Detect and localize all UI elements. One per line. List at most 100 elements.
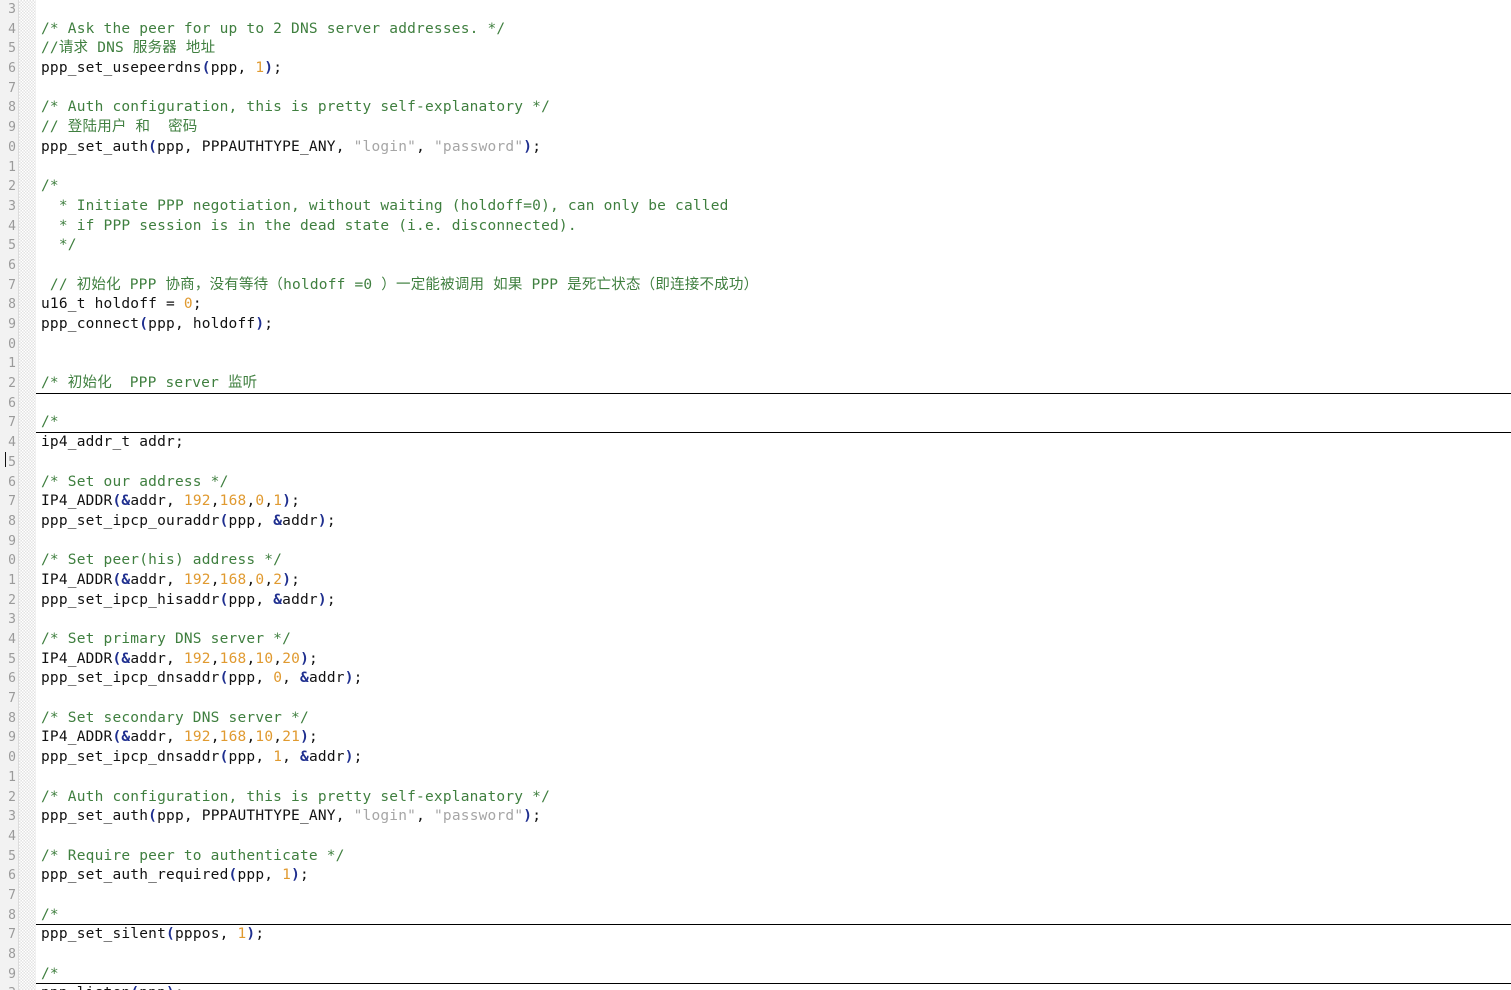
line-number: 8 — [8, 947, 16, 962]
code-token: addr, — [130, 571, 184, 588]
code-line[interactable] — [36, 768, 1511, 788]
line-number: 0 — [8, 139, 16, 155]
code-folding-margin[interactable] — [19, 0, 36, 990]
code-line[interactable]: // 登陆用户 和 密码 — [36, 118, 1511, 138]
code-token: ; — [326, 512, 336, 529]
code-line[interactable] — [36, 610, 1511, 630]
code-line[interactable]: /* Set our address */ — [36, 473, 1511, 493]
code-line[interactable] — [36, 394, 1511, 414]
code-line[interactable]: // 初始化 PPP 协商，没有等待（holdoff =0 ）一定能被调用 如果… — [36, 276, 1511, 296]
code-line[interactable]: ip4_addr_t addr; — [36, 433, 1511, 453]
code-line[interactable]: /* — [36, 177, 1511, 197]
code-token: ; — [264, 316, 274, 332]
code-token: ; — [291, 493, 301, 510]
code-token: /* — [41, 906, 59, 923]
code-line[interactable] — [36, 158, 1511, 178]
code-token: ppp — [139, 985, 166, 990]
code-text-area[interactable]: /* Ask the peer for up to 2 DNS server a… — [36, 0, 1511, 990]
code-token: ) — [523, 808, 533, 825]
code-token: /* — [41, 178, 59, 195]
line-number: 9 — [8, 317, 16, 332]
code-line[interactable] — [36, 335, 1511, 355]
code-token: * Initiate PPP negotiation, without wait… — [41, 197, 729, 214]
line-number: 1 — [8, 769, 16, 785]
code-line[interactable]: //请求 DNS 服务器 地址 — [36, 39, 1511, 59]
code-line[interactable]: IP4_ADDR(&addr, 192,168,10,20); — [36, 650, 1511, 670]
code-token: (& — [112, 729, 131, 746]
code-line[interactable]: /* Set primary DNS server */ — [36, 630, 1511, 650]
code-editor[interactable]: 3456789012345678901267456789012345678901… — [0, 0, 1511, 990]
code-line[interactable]: /* Ask the peer for up to 2 DNS server a… — [36, 20, 1511, 40]
code-line[interactable]: IP4_ADDR(&addr, 192,168,0,2); — [36, 571, 1511, 591]
code-line[interactable]: /* Require peer to authenticate */ — [36, 847, 1511, 867]
code-line[interactable]: ppp_set_ipcp_dnsaddr(ppp, 1, &addr); — [36, 748, 1511, 768]
code-line[interactable]: u16_t holdoff = 0; — [36, 295, 1511, 315]
code-line[interactable]: /* — [36, 413, 1511, 434]
line-number: 8 — [8, 297, 16, 313]
code-line[interactable]: ppp_set_ipcp_dnsaddr(ppp, 0, &addr); — [36, 669, 1511, 689]
text-caret — [5, 452, 6, 467]
code-line[interactable]: /* Set peer(his) address */ — [36, 551, 1511, 571]
code-token: ppp, — [228, 670, 274, 687]
code-token: & — [273, 591, 283, 608]
line-number: 7 — [8, 927, 16, 943]
code-line[interactable]: ppp_set_ipcp_hisaddr(ppp, &addr); — [36, 591, 1511, 611]
code-line[interactable] — [36, 827, 1511, 847]
code-token: (& — [112, 650, 131, 667]
code-line[interactable]: ppp_set_auth_required(ppp, 1); — [36, 866, 1511, 886]
code-line[interactable] — [36, 945, 1511, 965]
code-line[interactable] — [36, 354, 1511, 374]
code-line[interactable]: ppp_connect(ppp, holdoff); — [36, 315, 1511, 335]
line-number: 4 — [8, 218, 16, 234]
code-token: 0 — [255, 493, 265, 510]
code-line[interactable] — [36, 886, 1511, 906]
code-line[interactable] — [36, 0, 1511, 20]
code-line[interactable]: * Initiate PPP negotiation, without wait… — [36, 197, 1511, 217]
code-token: ) — [282, 571, 292, 588]
code-line[interactable]: IP4_ADDR(&addr, 192,168,0,1); — [36, 492, 1511, 512]
line-number: 8 — [8, 710, 16, 726]
code-line[interactable] — [36, 256, 1511, 276]
code-line[interactable] — [36, 689, 1511, 709]
code-token: /* 初始化 PPP server 监听 — [41, 375, 258, 392]
code-token: ( — [148, 808, 158, 825]
code-token: ) — [166, 985, 175, 990]
code-line[interactable] — [36, 532, 1511, 552]
line-number: 9 — [8, 533, 16, 549]
line-number: 7 — [8, 691, 16, 707]
code-token: addr — [282, 591, 318, 608]
code-line[interactable]: ppp_set_auth(ppp, PPPAUTHTYPE_ANY, "logi… — [36, 138, 1511, 158]
code-line[interactable]: /* Set secondary DNS server */ — [36, 709, 1511, 729]
line-number: 9 — [8, 730, 16, 746]
code-line[interactable]: /* Auth configuration, this is pretty se… — [36, 98, 1511, 118]
code-token: , — [273, 729, 283, 746]
code-line[interactable]: ppp_set_silent(pppos, 1); — [36, 925, 1511, 945]
code-token: ) — [317, 512, 327, 529]
code-line[interactable]: ppp_listen(ppp); — [36, 984, 1511, 990]
code-token: /* Auth configuration, this is pretty se… — [41, 99, 550, 116]
code-token: //请求 DNS 服务器 地址 — [41, 40, 216, 57]
code-line[interactable] — [36, 79, 1511, 99]
code-line[interactable]: ppp_set_ipcp_ouraddr(ppp, &addr); — [36, 512, 1511, 532]
code-token: ( — [166, 926, 175, 943]
code-line[interactable]: ppp_set_usepeerdns(ppp, 1); — [36, 59, 1511, 79]
code-line[interactable]: /* — [36, 965, 1511, 985]
code-token: ppp_set_auth_required — [41, 867, 229, 884]
line-number: 3 — [8, 809, 16, 825]
code-token: ppp_set_usepeerdns — [41, 60, 202, 77]
code-line[interactable]: /* 初始化 PPP server 监听 — [36, 374, 1511, 394]
code-line[interactable]: * if PPP session is in the dead state (i… — [36, 217, 1511, 237]
code-token: 0 — [255, 571, 265, 588]
code-line[interactable]: */ — [36, 236, 1511, 256]
code-line[interactable]: /* — [36, 906, 1511, 926]
code-line[interactable]: ppp_set_auth(ppp, PPPAUTHTYPE_ANY, "logi… — [36, 807, 1511, 827]
code-token: ppp, holdoff — [148, 316, 256, 332]
code-line[interactable]: /* Auth configuration, this is pretty se… — [36, 788, 1511, 808]
code-token: "password" — [433, 808, 524, 825]
code-token: ) — [264, 60, 274, 77]
code-line[interactable] — [36, 453, 1511, 473]
line-number: 0 — [8, 336, 16, 352]
code-line[interactable]: IP4_ADDR(&addr, 192,168,10,21); — [36, 728, 1511, 748]
code-token: 10 — [255, 729, 274, 746]
code-token: ppp_set_ipcp_dnsaddr — [41, 670, 220, 687]
